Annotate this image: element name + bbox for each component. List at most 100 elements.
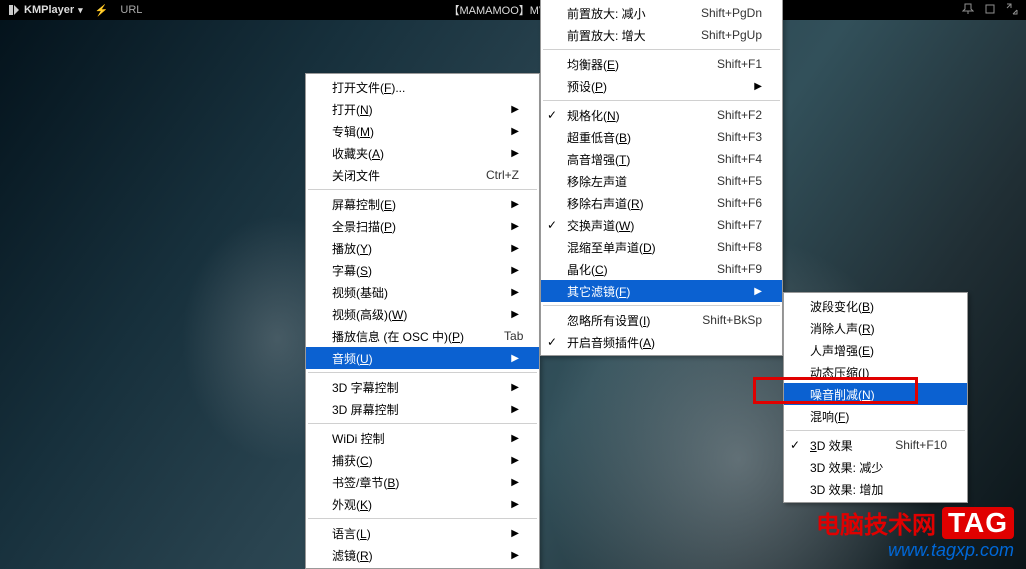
menu-item-label: 均衡器(E) [567, 56, 677, 73]
menu-item-shortcut: Shift+F2 [717, 108, 762, 122]
menu-item-label: 语言(L) [332, 525, 511, 542]
main-menu-item-9[interactable]: 字幕(S)▶ [306, 259, 539, 281]
main-menu-separator [308, 423, 537, 424]
menu-item-shortcut: Shift+F6 [717, 196, 762, 210]
menu-item-label: 播放(Y) [332, 240, 511, 257]
audio-menu-item-11[interactable]: ✓ 交换声道(W) Shift+F7 [541, 214, 782, 236]
menu-item-label: 书签/章节(B) [332, 474, 511, 491]
menu-item-label: WiDi 控制 [332, 430, 511, 447]
menu-item-label: 3D 效果: 减少 [810, 459, 947, 476]
maximize-icon[interactable] [984, 3, 996, 18]
audio-menu-separator [543, 100, 780, 101]
pin-icon[interactable] [962, 3, 974, 18]
filter-menu-item-0[interactable]: 波段变化(B) [784, 295, 967, 317]
watermark: 电脑技术网 TAG www.tagxp.com [816, 505, 1014, 561]
audio-menu-item-9[interactable]: 移除左声道Shift+F5 [541, 170, 782, 192]
filter-menu-item-4[interactable]: 噪音削减(N) [784, 383, 967, 405]
submenu-arrow-icon: ▶ [511, 309, 519, 320]
menu-item-label: 视频(高级)(W) [332, 306, 511, 323]
menu-item-label: 3D 效果 [810, 437, 855, 454]
main-menu-separator [308, 189, 537, 190]
submenu-arrow-icon: ▶ [511, 433, 519, 444]
menu-item-label: 规格化(N) [567, 107, 677, 124]
main-menu-item-24[interactable]: 滤镜(R)▶ [306, 544, 539, 566]
audio-menu-item-4[interactable]: 预设(P)▶ [541, 75, 782, 97]
watermark-title: 电脑技术网 [816, 505, 936, 540]
main-menu-item-7[interactable]: 全景扫描(P)▶ [306, 215, 539, 237]
menu-item-label: 字幕(S) [332, 262, 511, 279]
audio-menu-item-14[interactable]: 其它滤镜(F)▶ [541, 280, 782, 302]
audio-menu-item-1[interactable]: 前置放大: 增大 Shift+PgUp [541, 24, 782, 46]
audio-menu-item-6[interactable]: ✓规格化(N)Shift+F2 [541, 104, 782, 126]
main-menu-item-23[interactable]: 语言(L)▶ [306, 522, 539, 544]
lightning-icon[interactable]: ⚡ [95, 4, 109, 17]
menu-item-label: 晶化(C) [567, 261, 677, 278]
main-menu-item-8[interactable]: 播放(Y)▶ [306, 237, 539, 259]
main-menu-item-1[interactable]: 打开(N)▶ [306, 98, 539, 120]
context-menu-audio: 前置放大: 减小Shift+PgDn 前置放大: 增大 Shift+PgUp 均衡器(… [540, 0, 783, 356]
menu-item-label: 专辑(M) [332, 123, 511, 140]
context-menu-filters: 波段变化(B)消除人声(R)人声增强(E)动态压缩(I)噪音削减(N)混响(F)… [783, 292, 968, 503]
url-label[interactable]: URL [120, 4, 142, 16]
submenu-arrow-icon: ▶ [754, 286, 762, 297]
main-menu-item-18[interactable]: WiDi 控制▶ [306, 427, 539, 449]
audio-menu-item-13[interactable]: 晶化(C)Shift+F9 [541, 258, 782, 280]
main-menu-item-12[interactable]: 播放信息 (在 OSC 中)(P)Tab [306, 325, 539, 347]
main-menu-item-13[interactable]: 音频(U)▶ [306, 347, 539, 369]
filter-menu-item-2[interactable]: 人声增强(E) [784, 339, 967, 361]
menu-item-label: 交换声道(W) [567, 217, 677, 234]
menu-item-shortcut: Shift+F4 [717, 152, 762, 166]
menu-item-label: 预设(P) [567, 78, 754, 95]
filter-menu-item-7[interactable]: ✓3D 效果Shift+F10 [784, 434, 967, 456]
main-menu-item-11[interactable]: 视频(高级)(W)▶ [306, 303, 539, 325]
menu-item-shortcut: Shift+PgDn [701, 6, 762, 20]
audio-menu-item-10[interactable]: 移除右声道(R)Shift+F6 [541, 192, 782, 214]
menu-item-label: 前置放大: 增大 [567, 27, 661, 44]
filter-menu-item-1[interactable]: 消除人声(R) [784, 317, 967, 339]
main-menu-item-21[interactable]: 外观(K)▶ [306, 493, 539, 515]
dropdown-icon[interactable]: ▾ [78, 5, 83, 16]
main-menu-item-19[interactable]: 捕获(C)▶ [306, 449, 539, 471]
audio-menu-item-12[interactable]: 混缩至单声道(D)Shift+F8 [541, 236, 782, 258]
main-menu-item-16[interactable]: 3D 屏幕控制▶ [306, 398, 539, 420]
main-menu-item-6[interactable]: 屏幕控制(E)▶ [306, 193, 539, 215]
audio-menu-item-7[interactable]: 超重低音(B)Shift+F3 [541, 126, 782, 148]
audio-menu-item-3[interactable]: 均衡器(E)Shift+F1 [541, 53, 782, 75]
filter-menu-item-3[interactable]: 动态压缩(I) [784, 361, 967, 383]
menu-item-label: 开启音频插件(A) [567, 334, 762, 351]
check-icon: ✓ [547, 218, 557, 232]
audio-menu-separator [543, 49, 780, 50]
submenu-arrow-icon: ▶ [511, 265, 519, 276]
submenu-arrow-icon: ▶ [511, 455, 519, 466]
main-menu-item-4[interactable]: 关闭文件Ctrl+Z [306, 164, 539, 186]
menu-item-label: 屏幕控制(E) [332, 196, 511, 213]
filter-menu-item-8[interactable]: 3D 效果: 减少 [784, 456, 967, 478]
main-menu-item-15[interactable]: 3D 字幕控制▶ [306, 376, 539, 398]
menu-item-shortcut: Shift+BkSp [702, 313, 762, 327]
menu-item-label: 播放信息 (在 OSC 中)(P) [332, 328, 464, 345]
audio-menu-item-17[interactable]: ✓开启音频插件(A) [541, 331, 782, 353]
submenu-arrow-icon: ▶ [511, 148, 519, 159]
main-menu-item-0[interactable]: 打开文件(F)... [306, 76, 539, 98]
menu-item-shortcut: Shift+F7 [717, 218, 762, 232]
submenu-arrow-icon: ▶ [511, 477, 519, 488]
menu-item-shortcut: Ctrl+Z [486, 168, 519, 182]
filter-menu-item-9[interactable]: 3D 效果: 增加 [784, 478, 967, 500]
main-menu-separator [308, 372, 537, 373]
audio-menu-item-16[interactable]: 忽略所有设置(I)Shift+BkSp [541, 309, 782, 331]
audio-menu-item-0[interactable]: 前置放大: 减小Shift+PgDn [541, 2, 782, 24]
main-menu-item-2[interactable]: 专辑(M)▶ [306, 120, 539, 142]
menu-item-label: 混缩至单声道(D) [567, 239, 677, 256]
submenu-arrow-icon: ▶ [511, 199, 519, 210]
filter-menu-item-5[interactable]: 混响(F) [784, 405, 967, 427]
menu-item-shortcut: Shift+PgUp [701, 28, 762, 42]
main-menu-separator [308, 518, 537, 519]
submenu-arrow-icon: ▶ [511, 528, 519, 539]
app-name: KMPlayer [24, 4, 74, 16]
expand-icon[interactable] [1006, 3, 1018, 18]
main-menu-item-10[interactable]: 视频(基础)▶ [306, 281, 539, 303]
audio-menu-separator [543, 305, 780, 306]
audio-menu-item-8[interactable]: 高音增强(T)Shift+F4 [541, 148, 782, 170]
main-menu-item-3[interactable]: 收藏夹(A)▶ [306, 142, 539, 164]
main-menu-item-20[interactable]: 书签/章节(B)▶ [306, 471, 539, 493]
